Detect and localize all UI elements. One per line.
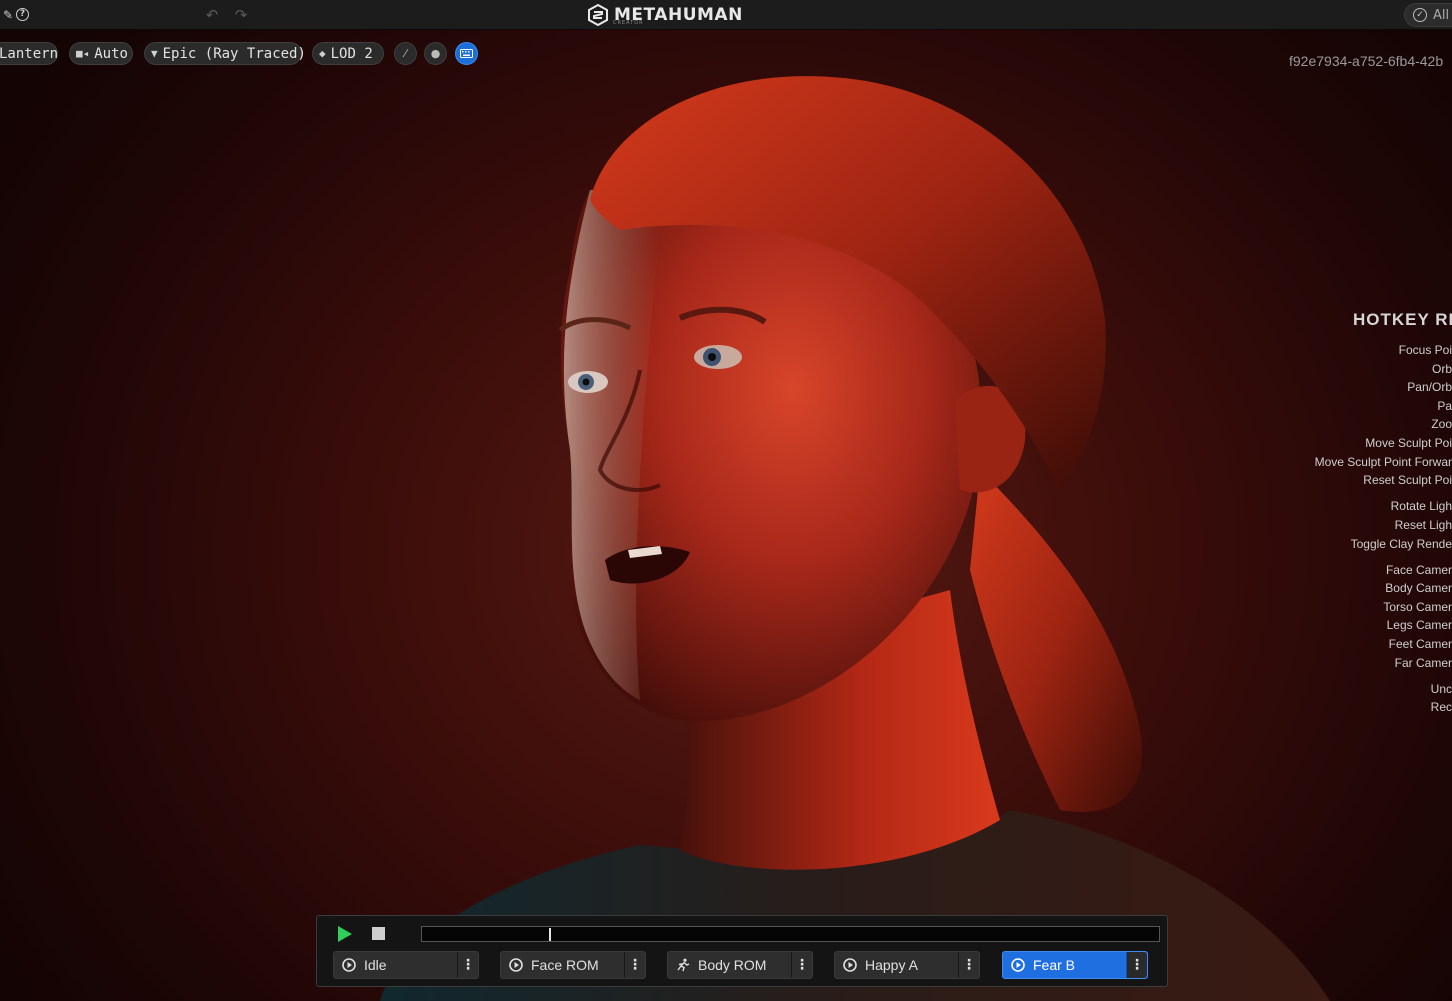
animation-label: Idle	[364, 957, 387, 973]
animation-label: Happy A	[865, 957, 918, 973]
hotkey-item: Orb	[1431, 361, 1452, 376]
hotkey-item: Legs Camer	[1386, 618, 1452, 633]
hotkey-item: Body Camer	[1385, 581, 1452, 596]
hotkey-item: Pan/Orb	[1407, 380, 1452, 395]
hotkey-reference-title: HOTKEY REF	[1353, 310, 1452, 329]
lod-cube-icon: ◆	[319, 47, 326, 60]
animation-play-button[interactable]: Body ROM	[668, 952, 792, 978]
animation-idle[interactable]: Idle ⋮	[333, 951, 479, 979]
help-icon[interactable]: ?	[16, 8, 29, 21]
kebab-menu-icon: ⋮	[962, 957, 976, 973]
all-label: All	[1433, 7, 1450, 23]
animation-options-button[interactable]: ⋮	[458, 952, 478, 978]
keyboard-icon	[460, 49, 473, 58]
kebab-menu-icon: ⋮	[628, 957, 642, 973]
hotkey-item: Zoo	[1431, 417, 1452, 432]
hotkey-item: Focus Poi	[1398, 343, 1452, 357]
play-button[interactable]	[337, 925, 353, 943]
ponytail	[970, 470, 1142, 812]
animation-happy-a[interactable]: Happy A ⋮	[834, 951, 980, 979]
animation-face-rom[interactable]: Face ROM ⋮	[500, 951, 646, 979]
quality-gem-icon: ▼	[151, 47, 158, 60]
check-circle-icon: ✓	[1413, 8, 1427, 22]
head-toggle-button[interactable]: ●	[424, 42, 447, 65]
render-quality-dropdown[interactable]: ▼ Epic (Ray Traced)	[144, 42, 306, 65]
hotkey-item: Far Camer	[1394, 655, 1452, 670]
camera-icon: ■◂	[76, 47, 90, 60]
hotkey-item: Face Camer	[1385, 562, 1452, 577]
hotkey-toggle-button[interactable]	[455, 42, 478, 65]
lighting-preset-label: Lantern	[0, 45, 59, 62]
asset-id: f92e7934-a752-6fb4-42b	[1289, 53, 1444, 69]
title-bar: ✎ ? ↶ ↷ METAHUMAN CREATOR ✓ All	[0, 0, 1452, 30]
all-filter-button[interactable]: ✓ All	[1404, 3, 1452, 27]
hotkey-item: Reset Ligh	[1394, 517, 1452, 532]
hotkey-item: Reset Sculpt Poi	[1363, 473, 1452, 488]
animation-timeline[interactable]	[421, 926, 1160, 942]
animation-body-rom[interactable]: Body ROM ⋮	[667, 951, 813, 979]
camera-mode-dropdown[interactable]: ■◂ Auto	[69, 42, 133, 65]
brush-toggle-button[interactable]: ⁄	[394, 42, 417, 65]
animation-panel: Idle ⋮ Face ROM ⋮ Body ROM ⋮ Happy A ⋮ F…	[316, 915, 1168, 987]
animation-play-button[interactable]: Fear B	[1003, 952, 1127, 978]
render-quality-label: Epic (Ray Traced)	[162, 45, 306, 62]
animation-play-button[interactable]: Face ROM	[501, 952, 625, 978]
animation-label: Fear B	[1033, 957, 1076, 973]
animation-fear-b[interactable]: Fear B ⋮	[1002, 951, 1148, 979]
animation-play-button[interactable]: Happy A	[835, 952, 959, 978]
kebab-menu-icon: ⋮	[1130, 957, 1144, 973]
redo-icon[interactable]: ↷	[233, 7, 249, 23]
animation-options-button[interactable]: ⋮	[1127, 952, 1147, 978]
lod-label: LOD 2	[330, 45, 373, 62]
metahuman-logo: METAHUMAN	[588, 3, 743, 27]
play-circle-icon	[342, 958, 356, 972]
hotkey-item: Rec	[1430, 700, 1452, 715]
animation-label: Face ROM	[531, 957, 599, 973]
hotkey-item: Feet Camer	[1388, 637, 1452, 651]
play-icon	[338, 926, 352, 942]
animation-label: Body ROM	[698, 957, 767, 973]
kebab-menu-icon: ⋮	[461, 957, 475, 973]
camera-mode-label: Auto	[94, 45, 128, 62]
hotkey-item: Unc	[1430, 681, 1452, 696]
hotkey-item: Toggle Clay Rende	[1350, 536, 1452, 551]
right-pupil	[708, 353, 716, 361]
hotkey-item: Move Sculpt Point Forwar	[1314, 454, 1452, 469]
undo-icon[interactable]: ↶	[204, 7, 220, 23]
metahuman-logo-mark	[588, 4, 608, 26]
brush-icon: ⁄	[404, 47, 407, 60]
running-person-icon	[677, 958, 690, 972]
animation-options-button[interactable]: ⋮	[959, 952, 979, 978]
left-pupil	[582, 378, 590, 386]
animation-options-button[interactable]: ⋮	[625, 952, 645, 978]
timeline-playhead[interactable]	[549, 928, 551, 941]
hotkey-item: Torso Camer	[1383, 599, 1452, 614]
stop-button[interactable]	[372, 927, 385, 940]
play-circle-icon	[509, 958, 523, 972]
play-circle-icon	[1011, 958, 1025, 972]
viewport[interactable]: Lantern ■◂ Auto ▼ Epic (Ray Traced) ◆ LO…	[0, 30, 1452, 1001]
play-circle-icon	[843, 958, 857, 972]
hotkey-item: Move Sculpt Poi	[1365, 436, 1452, 450]
kebab-menu-icon: ⋮	[795, 957, 809, 973]
hotkey-item: Rotate Ligh	[1390, 499, 1452, 514]
logo-subtext: CREATOR	[613, 20, 644, 26]
lod-dropdown[interactable]: ◆ LOD 2	[312, 42, 384, 65]
lighting-preset-dropdown[interactable]: Lantern	[0, 42, 58, 65]
head-icon: ●	[430, 47, 441, 60]
edit-icon[interactable]: ✎	[0, 7, 16, 23]
hotkey-item: Pa	[1437, 398, 1452, 413]
animation-play-button[interactable]: Idle	[334, 952, 458, 978]
character-render[interactable]	[0, 30, 1452, 1001]
animation-options-button[interactable]: ⋮	[792, 952, 812, 978]
